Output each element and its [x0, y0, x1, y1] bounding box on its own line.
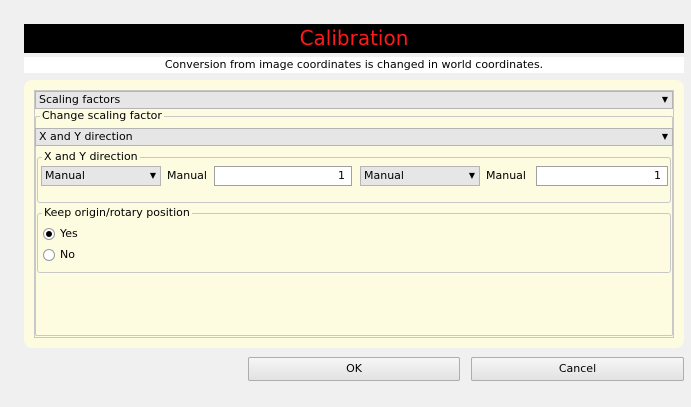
yes-radio-label[interactable]: Yes: [60, 224, 78, 244]
y-manual-label: Manual: [486, 169, 526, 182]
no-radio-label[interactable]: No: [60, 245, 75, 265]
yes-radio[interactable]: [43, 228, 55, 240]
scaling-factors-select-value: Scaling factors: [39, 93, 121, 106]
dialog-title: Calibration: [24, 24, 684, 53]
x-mode-select[interactable]: Manual ▼: [41, 166, 161, 186]
cancel-button[interactable]: Cancel: [471, 357, 684, 381]
keep-origin-group: Keep origin/rotary position Yes No: [37, 206, 671, 273]
chevron-down-icon: ▼: [661, 132, 669, 141]
keep-origin-label: Keep origin/rotary position: [42, 206, 192, 220]
change-scaling-factor-group: Change scaling factor X and Y direction …: [35, 109, 673, 336]
x-mode-value: Manual: [45, 169, 85, 182]
chevron-down-icon: ▼: [149, 171, 157, 180]
calibration-dialog: Calibration Conversion from image coordi…: [0, 0, 691, 407]
x-value-input[interactable]: 1: [214, 166, 352, 186]
y-mode-value: Manual: [364, 169, 404, 182]
scaling-factors-select[interactable]: Scaling factors ▼: [35, 91, 673, 109]
direction-select[interactable]: X and Y direction ▼: [35, 128, 673, 146]
xy-direction-group: X and Y direction Manual ▼ Manual 1 Manu…: [37, 150, 671, 203]
settings-panel: Scaling factors ▼ Change scaling factor …: [24, 80, 684, 348]
change-scaling-factor-label: Change scaling factor: [40, 109, 164, 123]
dialog-subtitle: Conversion from image coordinates is cha…: [24, 57, 684, 73]
y-value-input[interactable]: 1: [536, 166, 668, 186]
ok-button[interactable]: OK: [248, 357, 460, 381]
x-manual-label: Manual: [167, 169, 207, 182]
settings-inner-frame: Scaling factors ▼ Change scaling factor …: [34, 90, 674, 338]
chevron-down-icon: ▼: [468, 171, 476, 180]
y-mode-select[interactable]: Manual ▼: [360, 166, 480, 186]
direction-select-value: X and Y direction: [39, 130, 133, 143]
xy-direction-label: X and Y direction: [42, 150, 140, 164]
chevron-down-icon: ▼: [661, 95, 669, 104]
no-radio[interactable]: [43, 249, 55, 261]
